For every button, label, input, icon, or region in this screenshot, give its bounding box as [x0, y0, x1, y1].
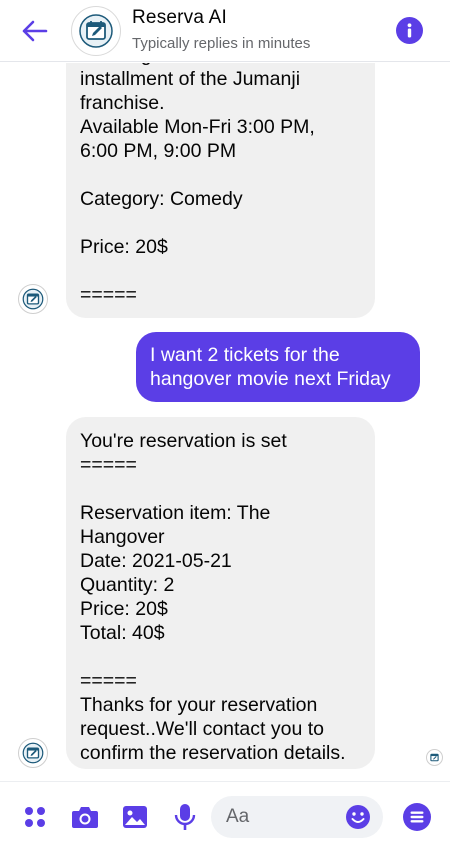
calendar-edit-icon [22, 742, 44, 764]
composer-bar: Aa [0, 781, 450, 850]
calendar-edit-icon [430, 753, 439, 762]
emoji-icon[interactable] [345, 804, 371, 830]
chat-title[interactable]: Reserva AI [132, 7, 227, 29]
chat-status: Typically replies in minutes [132, 35, 311, 52]
camera-icon[interactable] [71, 803, 99, 831]
bot-message: Alleburg and the first installment of th… [66, 63, 375, 318]
list-menu-icon[interactable] [403, 803, 431, 831]
back-arrow-icon[interactable] [18, 14, 52, 48]
image-icon[interactable] [121, 803, 149, 831]
seen-indicator-avatar [426, 749, 443, 766]
calendar-edit-icon [22, 288, 44, 310]
bot-avatar[interactable] [71, 6, 121, 56]
microphone-icon[interactable] [171, 803, 199, 831]
bot-avatar-small [18, 284, 48, 314]
grid-menu-icon[interactable] [21, 803, 49, 831]
info-icon[interactable] [396, 17, 423, 44]
message-input-placeholder: Aa [226, 806, 250, 827]
message-input[interactable]: Aa [211, 796, 383, 838]
message-list[interactable]: Alleburg and the first installment of th… [0, 63, 450, 781]
calendar-edit-icon [79, 14, 113, 48]
bot-avatar-small [18, 738, 48, 768]
bot-message: You're reservation is set ===== Reservat… [66, 417, 375, 769]
chat-header: Reserva AI Typically replies in minutes [0, 0, 450, 62]
user-message: I want 2 tickets for the hangover movie … [136, 332, 420, 402]
